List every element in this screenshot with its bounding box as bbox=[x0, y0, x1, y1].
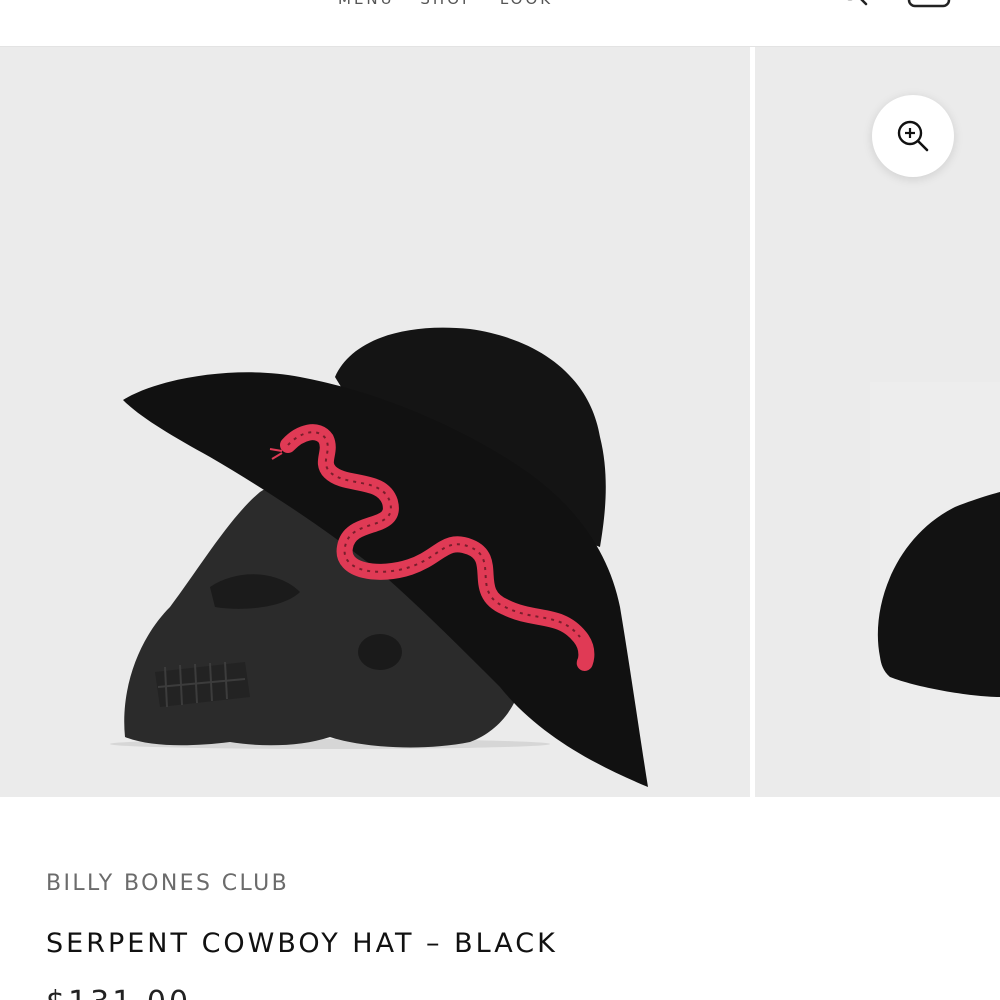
product-gallery bbox=[0, 47, 1000, 797]
nav-links: MENU SHOP LOOK bbox=[338, 0, 571, 8]
zoom-button[interactable] bbox=[872, 95, 954, 177]
hat-side-image bbox=[877, 492, 1000, 697]
product-image-next[interactable] bbox=[755, 47, 1000, 797]
search-icon[interactable] bbox=[838, 0, 872, 10]
cart-icon[interactable] bbox=[906, 0, 952, 10]
zoom-in-icon bbox=[897, 120, 929, 152]
hat-on-skull-image bbox=[0, 47, 750, 797]
nav-link-1[interactable]: MENU bbox=[338, 0, 395, 8]
site-header: MENU SHOP LOOK bbox=[0, 0, 1000, 47]
nav-link-3[interactable]: LOOK bbox=[500, 0, 553, 8]
product-title: SERPENT COWBOY HAT – BLACK bbox=[46, 928, 558, 959]
hamburger-icon[interactable] bbox=[46, 0, 96, 4]
product-price: $131.00 bbox=[46, 985, 191, 1000]
product-page: MENU SHOP LOOK bbox=[0, 0, 1000, 1000]
product-image-main[interactable] bbox=[0, 47, 750, 797]
product-brand[interactable]: BILLY BONES CLUB bbox=[46, 871, 289, 896]
nav-link-2[interactable]: SHOP bbox=[420, 0, 474, 8]
